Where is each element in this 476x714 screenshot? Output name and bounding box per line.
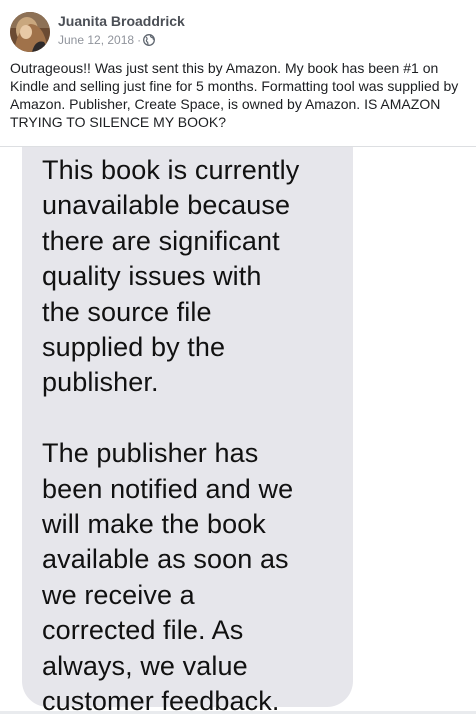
post-photo[interactable]: This book is currently unavailable becau…: [0, 147, 476, 714]
timestamp-row: June 12, 2018 ·: [58, 32, 185, 48]
facebook-post: Juanita Broaddrick June 12, 2018 · Outra…: [0, 0, 476, 714]
globe-icon[interactable]: [143, 34, 156, 46]
post-date[interactable]: June 12, 2018: [58, 32, 134, 48]
meta-separator: ·: [137, 33, 142, 47]
post-text: Outrageous!! Was just sent this by Amazo…: [10, 60, 459, 130]
profile-photo: [10, 12, 50, 52]
message-text: This book is currently unavailable becau…: [42, 153, 342, 714]
post-header: Juanita Broaddrick June 12, 2018 ·: [10, 10, 185, 54]
avatar[interactable]: [10, 12, 50, 52]
message-paragraph-2: The publisher has been notified and we w…: [42, 438, 294, 714]
post-meta: Juanita Broaddrick June 12, 2018 ·: [58, 13, 185, 48]
message-paragraph-1: This book is currently unavailable becau…: [42, 155, 300, 398]
author-name[interactable]: Juanita Broaddrick: [58, 12, 185, 30]
